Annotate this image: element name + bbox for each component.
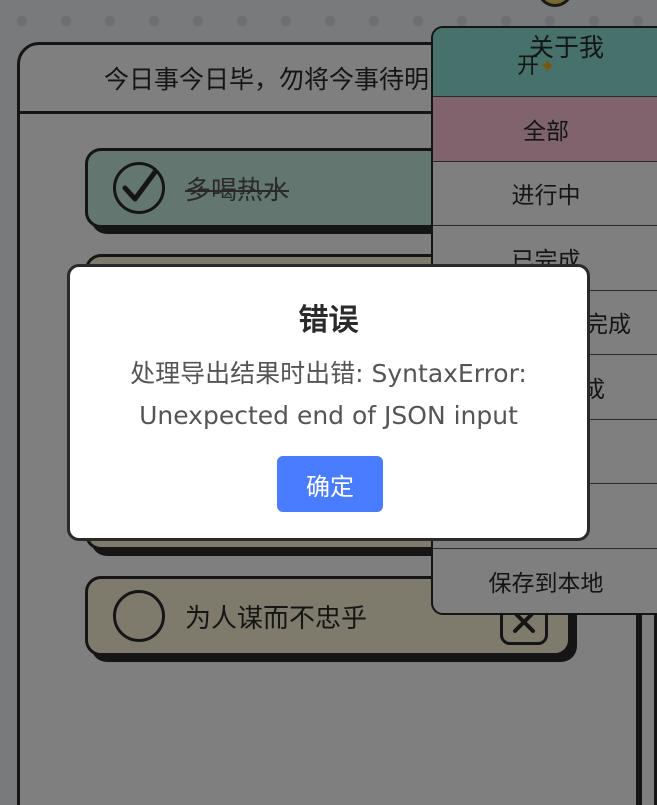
dialog-message: 处理导出结果时出错: SyntaxError: Unexpected end o… xyxy=(130,359,527,430)
error-dialog: 错误 处理导出结果时出错: SyntaxError: Unexpected en… xyxy=(67,264,590,541)
confirm-button[interactable]: 确定 xyxy=(277,456,383,512)
app-page: 今日事今日毕，勿将今事待明日 多喝热水 为人谋而不忠乎 关于我 开✦ 全部 进行… xyxy=(0,0,657,805)
dialog-title: 错误 xyxy=(298,303,359,338)
